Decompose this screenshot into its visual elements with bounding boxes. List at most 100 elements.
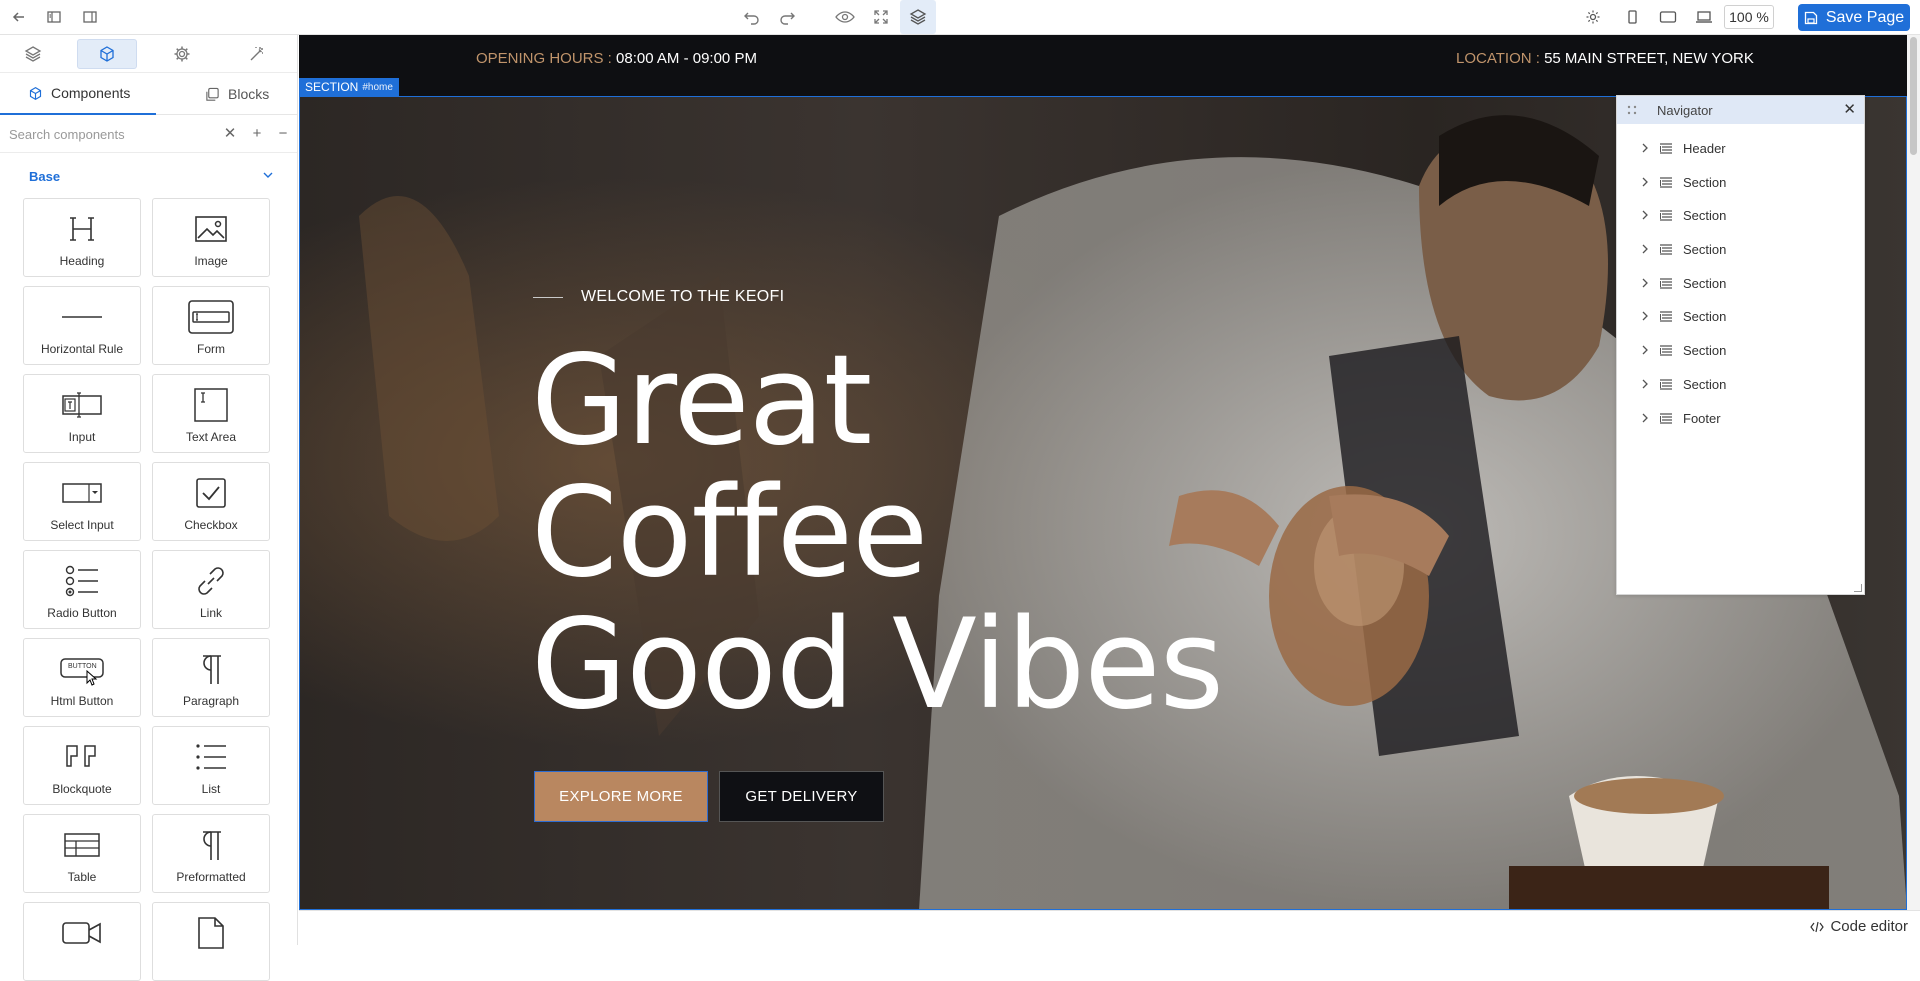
tab-style-manager[interactable] bbox=[227, 39, 287, 69]
chevron-right-icon[interactable] bbox=[1641, 244, 1649, 254]
welcome-line: WELCOME TO THE KEOFI bbox=[533, 288, 784, 306]
category-base-label: Base bbox=[29, 169, 61, 184]
component-file[interactable] bbox=[152, 902, 270, 981]
button-icon-text: BUTTON bbox=[68, 663, 97, 670]
chevron-right-icon[interactable] bbox=[1641, 379, 1649, 389]
tree-item[interactable]: Section bbox=[1617, 199, 1864, 233]
layers-icon bbox=[24, 46, 42, 62]
component-paragraph[interactable]: Paragraph bbox=[152, 638, 270, 717]
tree-item-label: Section bbox=[1683, 343, 1727, 359]
layer-block-icon bbox=[1659, 209, 1673, 223]
chevron-right-icon[interactable] bbox=[1641, 311, 1649, 321]
tree-item[interactable]: Section bbox=[1617, 368, 1864, 402]
welcome-text: WELCOME TO THE KEOFI bbox=[581, 288, 785, 305]
component-textarea[interactable]: Text Area bbox=[152, 374, 270, 453]
cursor-icon bbox=[86, 670, 98, 686]
form-icon bbox=[188, 300, 234, 334]
tab-components[interactable] bbox=[77, 39, 137, 69]
component-label: Input bbox=[68, 430, 96, 444]
chevron-right-icon[interactable] bbox=[1641, 345, 1649, 355]
tree-item[interactable]: Section bbox=[1617, 300, 1864, 334]
navigator-header[interactable]: Navigator ✕ bbox=[1617, 96, 1864, 124]
opening-hours: OPENING HOURS : 08:00 AM - 09:00 PM bbox=[476, 50, 757, 67]
chevron-right-icon[interactable] bbox=[1641, 210, 1649, 220]
zoom-level[interactable]: 100 % bbox=[1724, 5, 1774, 29]
chevron-right-icon[interactable] bbox=[1641, 143, 1649, 153]
clear-search-icon[interactable]: ✕ bbox=[221, 124, 239, 142]
theme-sun-icon[interactable] bbox=[1581, 5, 1605, 29]
heading-icon bbox=[67, 212, 97, 246]
magic-wand-icon bbox=[250, 47, 263, 61]
scrollbar-thumb[interactable] bbox=[1910, 37, 1917, 155]
component-input[interactable]: Input bbox=[23, 374, 141, 453]
search-input[interactable] bbox=[0, 115, 228, 153]
tab-settings[interactable] bbox=[152, 39, 212, 69]
device-tablet-icon[interactable] bbox=[1656, 5, 1680, 29]
category-header[interactable]: Base bbox=[0, 153, 297, 197]
tree-item[interactable]: Section bbox=[1617, 233, 1864, 267]
component-label: Image bbox=[194, 254, 228, 268]
tree-item[interactable]: Section bbox=[1617, 334, 1864, 368]
layers-toggle-icon[interactable] bbox=[900, 0, 936, 34]
preview-eye-icon[interactable] bbox=[833, 5, 857, 29]
back-arrow-icon[interactable] bbox=[7, 5, 31, 29]
redo-icon[interactable] bbox=[775, 5, 799, 29]
save-page-button[interactable]: Save Page bbox=[1798, 4, 1910, 31]
component-video[interactable] bbox=[23, 902, 141, 981]
component-label: Preformatted bbox=[176, 870, 246, 884]
canvas-scrollbar[interactable] bbox=[1907, 35, 1920, 910]
expand-all-icon[interactable]: + bbox=[248, 124, 266, 142]
location-key: LOCATION : bbox=[1456, 50, 1540, 67]
toggle-right-panel-icon[interactable] bbox=[78, 5, 102, 29]
device-desktop-icon[interactable] bbox=[1692, 5, 1716, 29]
tree-item[interactable]: Footer bbox=[1617, 402, 1864, 436]
chevron-right-icon[interactable] bbox=[1641, 278, 1649, 288]
component-image[interactable]: Image bbox=[152, 198, 270, 277]
component-label: Paragraph bbox=[182, 694, 240, 708]
tree-item-label: Header bbox=[1683, 141, 1726, 156]
subtab-components[interactable]: Components bbox=[0, 73, 156, 115]
fullscreen-icon[interactable] bbox=[869, 5, 893, 29]
location: LOCATION : 55 MAIN STREET, NEW YORK bbox=[1456, 50, 1754, 67]
toggle-left-panel-icon[interactable] bbox=[42, 5, 66, 29]
component-label: Text Area bbox=[185, 430, 237, 444]
device-mobile-icon[interactable] bbox=[1620, 5, 1644, 29]
chevron-right-icon[interactable] bbox=[1641, 413, 1649, 423]
top-toolbar: 100 % Save Page bbox=[0, 0, 1920, 35]
component-horizontal-rule[interactable]: Horizontal Rule bbox=[23, 286, 141, 365]
component-html-button[interactable]: BUTTON Html Button bbox=[23, 638, 141, 717]
subtab-components-label: Components bbox=[51, 85, 131, 101]
tree-item-label: Section bbox=[1683, 275, 1727, 291]
component-list[interactable]: List bbox=[152, 726, 270, 805]
component-blockquote[interactable]: Blockquote bbox=[23, 726, 141, 805]
layer-block-icon bbox=[1659, 310, 1673, 324]
component-heading[interactable]: Heading bbox=[23, 198, 141, 277]
drag-handle-icon[interactable] bbox=[1627, 105, 1637, 115]
button-icon: BUTTON bbox=[60, 652, 104, 686]
component-radio-button[interactable]: Radio Button bbox=[23, 550, 141, 629]
get-delivery-button[interactable]: GET DELIVERY bbox=[719, 771, 884, 822]
undo-icon[interactable] bbox=[740, 5, 764, 29]
component-label: Blockquote bbox=[52, 782, 112, 796]
code-editor-button[interactable]: Code editor bbox=[1810, 918, 1908, 935]
component-form[interactable]: Form bbox=[152, 286, 270, 365]
tree-item[interactable]: Header bbox=[1617, 132, 1864, 166]
collapse-all-icon[interactable]: − bbox=[274, 124, 292, 142]
close-icon[interactable]: ✕ bbox=[1843, 100, 1856, 118]
chevron-right-icon[interactable] bbox=[1641, 177, 1649, 187]
tree-item[interactable]: Section bbox=[1617, 267, 1864, 301]
component-table[interactable]: Table bbox=[23, 814, 141, 893]
component-label: Select Input bbox=[50, 518, 114, 532]
component-search: ✕ + − bbox=[0, 115, 297, 153]
resize-handle[interactable] bbox=[1854, 584, 1862, 592]
headline-line-3: Good Vibes bbox=[531, 593, 1224, 737]
component-checkbox[interactable]: Checkbox bbox=[152, 462, 270, 541]
tree-item[interactable]: Section bbox=[1617, 166, 1864, 200]
component-preformatted[interactable]: Preformatted bbox=[152, 814, 270, 893]
component-select-input[interactable]: Select Input bbox=[23, 462, 141, 541]
tab-layers[interactable] bbox=[3, 39, 63, 69]
explore-more-button[interactable]: EXPLORE MORE bbox=[534, 771, 708, 822]
selected-section-badge[interactable]: SECTION #home bbox=[299, 78, 399, 96]
component-link[interactable]: Link bbox=[152, 550, 270, 629]
subtab-blocks[interactable]: Blocks bbox=[205, 73, 269, 115]
